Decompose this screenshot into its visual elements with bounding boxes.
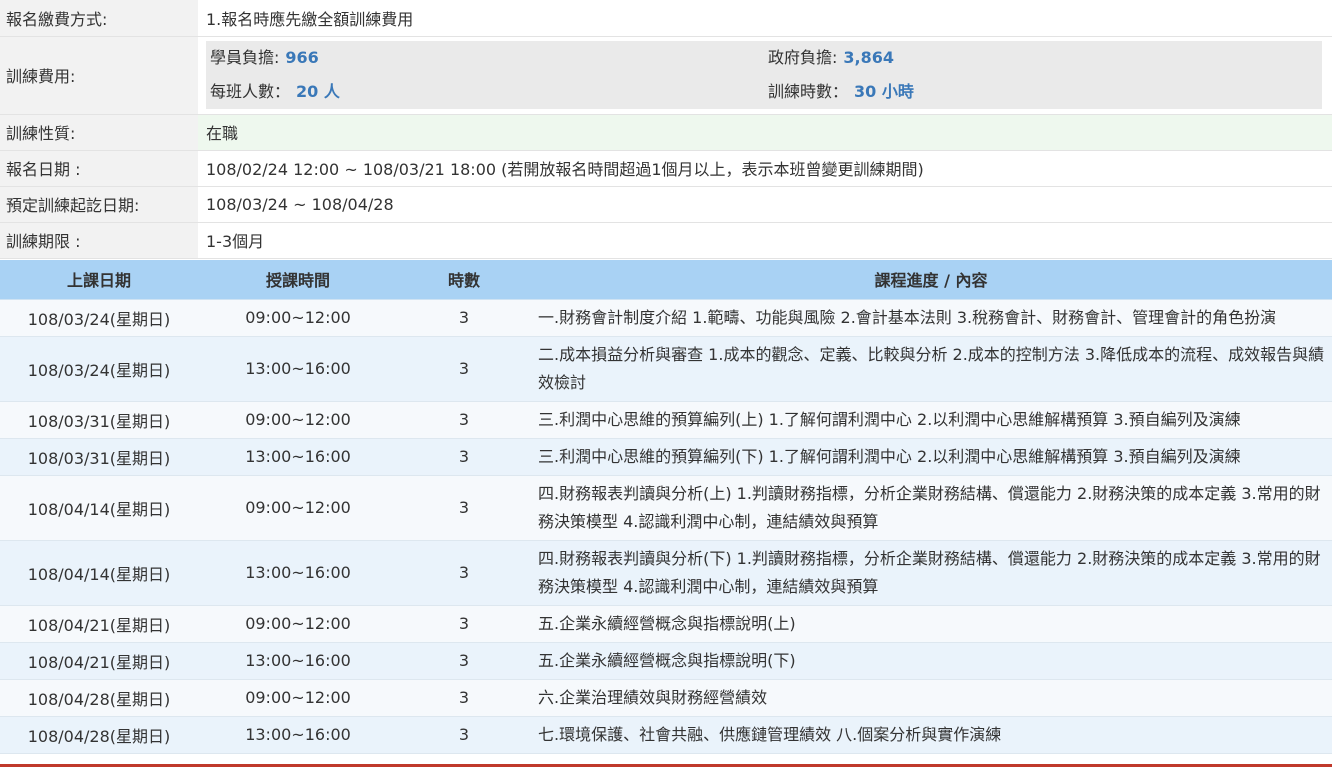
course-info-table: 報名繳費方式: 1.報名時應先繳全額訓練費用 訓練費用: 學員負擔: 966 政府…: [0, 0, 1332, 259]
reg-date-value: 108/02/24 12:00 ~ 108/03/21 18:00 (若開放報名…: [198, 150, 1332, 187]
reg-date-row: 報名日期 : 108/02/24 12:00 ~ 108/03/21 18:00…: [0, 150, 1332, 187]
schedule-row: 108/03/31(星期日) 09:00~12:00 3 三.利潤中心思維的預算編列(…: [0, 401, 1332, 439]
nature-row: 訓練性質: 在職: [0, 114, 1332, 151]
duration-row: 訓練期限 : 1-3個月: [0, 222, 1332, 259]
student-fee-label: 學員負擔:: [210, 48, 280, 67]
row-date: 108/03/31(星期日): [0, 438, 198, 476]
training-hours-value: 30 小時: [854, 82, 914, 101]
row-hours: 3: [398, 716, 530, 754]
payment-value: 1.報名時應先繳全額訓練費用: [198, 0, 1332, 37]
row-time: 09:00~12:00: [198, 605, 398, 643]
duration-label: 訓練期限 :: [0, 222, 198, 259]
schedule-row: 108/04/28(星期日) 13:00~16:00 3 七.環境保護、社會共融、供應…: [0, 716, 1332, 754]
row-date: 108/03/24(星期日): [0, 336, 198, 402]
gov-fee-value: 3,864: [843, 48, 895, 67]
row-content: 二.成本損益分析與審查 1.成本的觀念、定義、比較與分析 2.成本的控制方法 3…: [530, 336, 1332, 402]
row-time: 09:00~12:00: [198, 401, 398, 439]
row-content: 一.財務會計制度介紹 1.範疇、功能與風險 2.會計基本法則 3.稅務會計、財務…: [530, 299, 1332, 337]
row-content: 六.企業治理績效與財務經營績效: [530, 679, 1332, 717]
nature-label: 訓練性質:: [0, 114, 198, 151]
row-date: 108/04/21(星期日): [0, 642, 198, 680]
class-size: 每班人數： 20 人: [210, 75, 340, 109]
training-hours-label: 訓練時數：: [768, 82, 849, 101]
class-size-label: 每班人數：: [210, 82, 291, 101]
header-content: 課程進度 / 內容: [530, 259, 1332, 300]
row-date: 108/04/21(星期日): [0, 605, 198, 643]
payment-row: 報名繳費方式: 1.報名時應先繳全額訓練費用: [0, 0, 1332, 37]
fee-cell: 學員負擔: 966 政府負擔: 3,864 每班人數： 20 人 訓練時數： 30 小時: [198, 36, 1332, 115]
nature-value: 在職: [198, 114, 1332, 151]
row-content: 四.財務報表判讀與分析(下) 1.判讀財務指標，分析企業財務結構、償還能力 2.…: [530, 540, 1332, 606]
schedule-row: 108/03/24(星期日) 09:00~12:00 3 一.財務會計制度介紹 1.範…: [0, 299, 1332, 337]
row-time: 09:00~12:00: [198, 299, 398, 337]
period-label: 預定訓練起訖日期:: [0, 186, 198, 223]
header-hours: 時數: [398, 259, 530, 300]
row-hours: 3: [398, 605, 530, 643]
row-hours: 3: [398, 540, 530, 606]
schedule-body: 108/03/24(星期日) 09:00~12:00 3 一.財務會計制度介紹 1.範…: [0, 299, 1332, 754]
schedule-row: 108/04/14(星期日) 09:00~12:00 3 四.財務報表判讀與分析(上)…: [0, 475, 1332, 541]
row-time: 13:00~16:00: [198, 642, 398, 680]
header-date: 上課日期: [0, 259, 198, 300]
row-hours: 3: [398, 299, 530, 337]
schedule-row: 108/04/28(星期日) 09:00~12:00 3 六.企業治理績效與財務經營績…: [0, 679, 1332, 717]
row-content: 五.企業永續經營概念與指標說明(下): [530, 642, 1332, 680]
training-hours: 訓練時數： 30 小時: [768, 75, 914, 109]
row-date: 108/03/31(星期日): [0, 401, 198, 439]
gov-fee: 政府負擔: 3,864: [768, 41, 894, 75]
row-content: 三.利潤中心思維的預算編列(上) 1.了解何謂利潤中心 2.以利潤中心思維解構預…: [530, 401, 1332, 439]
row-hours: 3: [398, 401, 530, 439]
schedule-table: 上課日期 授課時間 時數 課程進度 / 內容 108/03/24(星期日) 09:…: [0, 259, 1332, 754]
row-hours: 3: [398, 438, 530, 476]
row-date: 108/04/14(星期日): [0, 540, 198, 606]
fee-box: 學員負擔: 966 政府負擔: 3,864 每班人數： 20 人 訓練時數： 30 小時: [206, 41, 1322, 109]
schedule-header-row: 上課日期 授課時間 時數 課程進度 / 內容: [0, 259, 1332, 300]
row-date: 108/03/24(星期日): [0, 299, 198, 337]
row-time: 13:00~16:00: [198, 438, 398, 476]
fee-row: 訓練費用: 學員負擔: 966 政府負擔: 3,864 每班人數： 20 人 訓練時數…: [0, 36, 1332, 115]
row-hours: 3: [398, 642, 530, 680]
row-hours: 3: [398, 336, 530, 402]
row-time: 13:00~16:00: [198, 716, 398, 754]
header-time: 授課時間: [198, 259, 398, 300]
payment-label: 報名繳費方式:: [0, 0, 198, 37]
row-time: 13:00~16:00: [198, 540, 398, 606]
row-hours: 3: [398, 679, 530, 717]
reg-date-label: 報名日期 :: [0, 150, 198, 187]
row-date: 108/04/14(星期日): [0, 475, 198, 541]
row-date: 108/04/28(星期日): [0, 716, 198, 754]
duration-value: 1-3個月: [198, 222, 1332, 259]
row-hours: 3: [398, 475, 530, 541]
row-time: 09:00~12:00: [198, 679, 398, 717]
schedule-row: 108/03/24(星期日) 13:00~16:00 3 二.成本損益分析與審查 1.…: [0, 336, 1332, 402]
fee-label: 訓練費用:: [0, 36, 198, 115]
row-content: 三.利潤中心思維的預算編列(下) 1.了解何謂利潤中心 2.以利潤中心思維解構預…: [530, 438, 1332, 476]
schedule-row: 108/03/31(星期日) 13:00~16:00 3 三.利潤中心思維的預算編列(…: [0, 438, 1332, 476]
student-fee-value: 966: [285, 48, 319, 67]
row-date: 108/04/28(星期日): [0, 679, 198, 717]
schedule-row: 108/04/21(星期日) 13:00~16:00 3 五.企業永續經營概念與指標說…: [0, 642, 1332, 680]
gov-fee-label: 政府負擔:: [768, 48, 838, 67]
row-time: 13:00~16:00: [198, 336, 398, 402]
period-row: 預定訓練起訖日期: 108/03/24 ~ 108/04/28: [0, 186, 1332, 223]
schedule-row: 108/04/14(星期日) 13:00~16:00 3 四.財務報表判讀與分析(下)…: [0, 540, 1332, 606]
row-content: 五.企業永續經營概念與指標說明(上): [530, 605, 1332, 643]
class-size-value: 20 人: [296, 82, 340, 101]
period-value: 108/03/24 ~ 108/04/28: [198, 186, 1332, 223]
student-fee: 學員負擔: 966: [210, 41, 319, 75]
row-content: 七.環境保護、社會共融、供應鏈管理績效 八.個案分析與實作演練: [530, 716, 1332, 754]
schedule-row: 108/04/21(星期日) 09:00~12:00 3 五.企業永續經營概念與指標說…: [0, 605, 1332, 643]
row-time: 09:00~12:00: [198, 475, 398, 541]
row-content: 四.財務報表判讀與分析(上) 1.判讀財務指標，分析企業財務結構、償還能力 2.…: [530, 475, 1332, 541]
